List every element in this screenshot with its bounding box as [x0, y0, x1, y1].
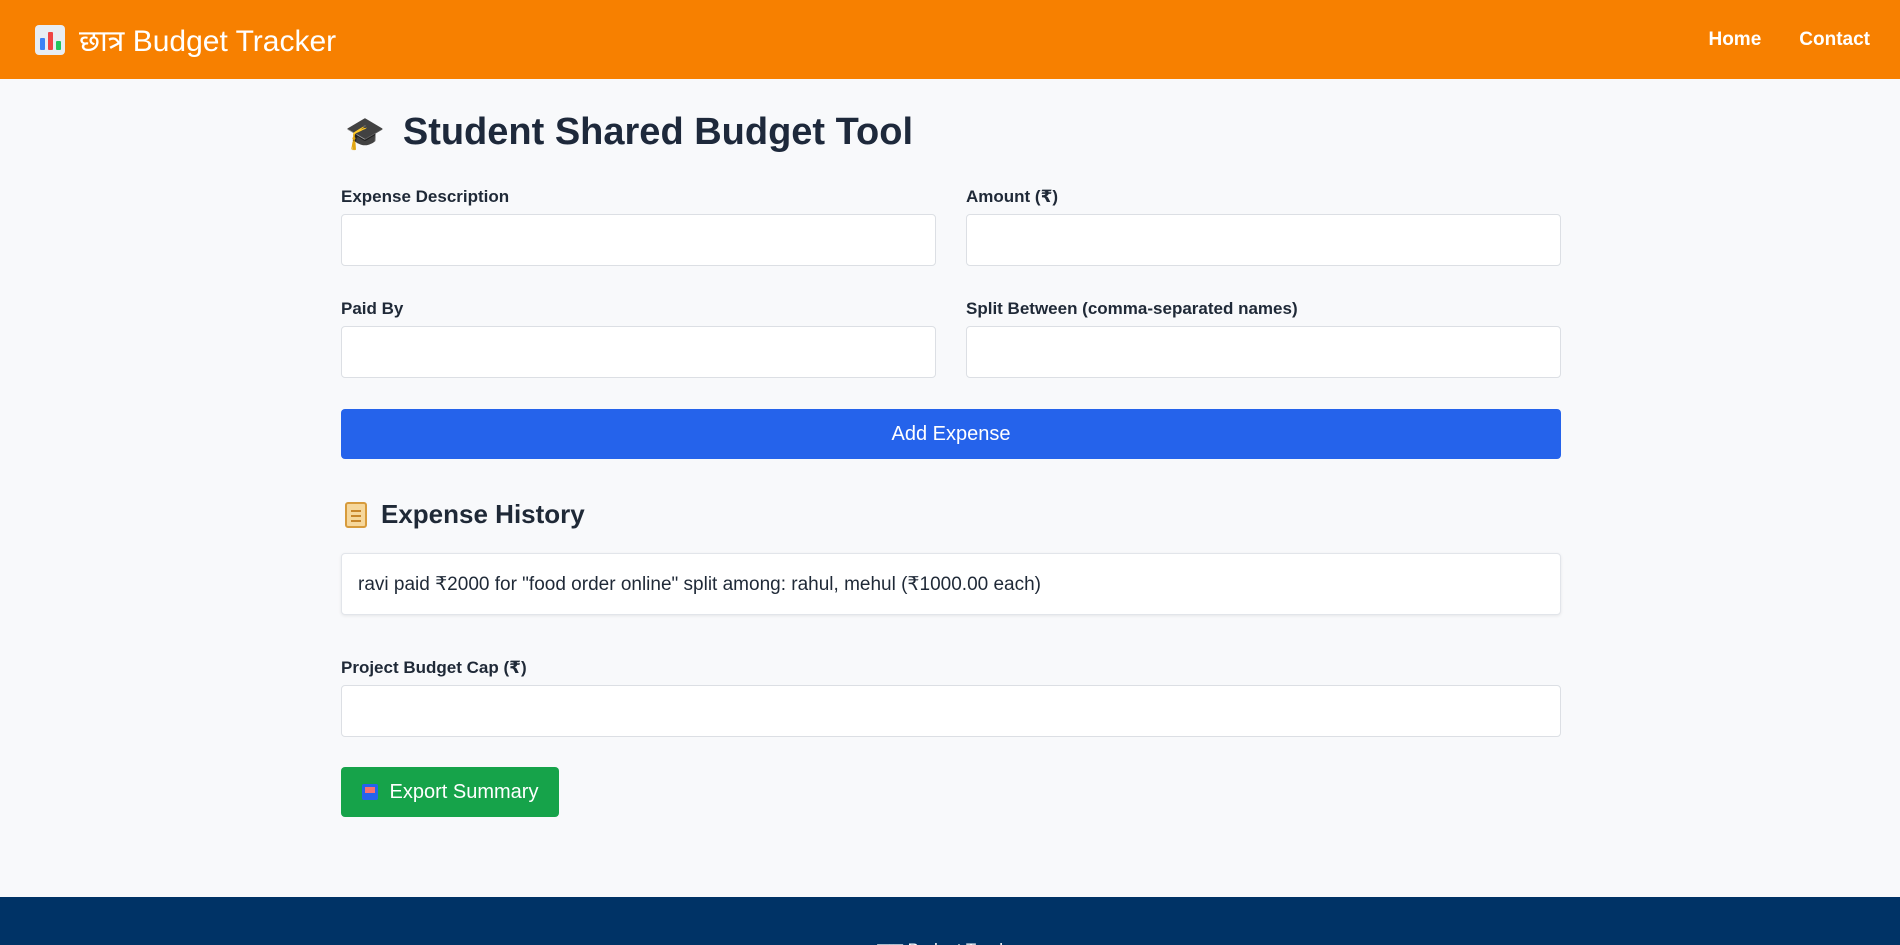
paid-by-input[interactable] — [341, 326, 936, 378]
expense-description-label: Expense Description — [341, 187, 510, 206]
scroll-icon — [345, 501, 367, 528]
export-summary-label: Export Summary — [389, 780, 539, 803]
expense-history-title: Expense History — [345, 499, 585, 530]
amount-input[interactable] — [966, 214, 1561, 266]
expense-history-title-text: Expense History — [381, 499, 585, 529]
expense-history-item: ravi paid ₹2000 for "food order online" … — [341, 553, 1561, 615]
nav-links: Home Contact — [1708, 29, 1870, 51]
nav-link-contact[interactable]: Contact — [1799, 29, 1870, 51]
amount-label: Amount (₹) — [966, 187, 1059, 206]
bar-chart-icon — [35, 24, 65, 55]
brand-text: छात्र Budget Tracker — [79, 25, 337, 58]
export-summary-button[interactable]: Export Summary — [341, 767, 559, 817]
brand[interactable]: छात्र Budget Tracker — [35, 19, 336, 60]
page-title-text: Student Shared Budget Tool — [402, 111, 914, 153]
split-between-label: Split Between (comma-separated names) — [966, 299, 1298, 318]
graduation-cap-icon: 🎓 — [345, 114, 385, 151]
budget-cap-label: Project Budget Cap (₹) — [341, 658, 527, 677]
footer: छात्र Budget Tracker — [0, 897, 1900, 945]
budget-cap-input[interactable] — [341, 685, 1561, 737]
add-expense-button[interactable]: Add Expense — [341, 409, 1561, 459]
expense-description-input[interactable] — [341, 214, 936, 266]
page-title: 🎓 Student Shared Budget Tool — [345, 111, 913, 154]
split-between-input[interactable] — [966, 326, 1561, 378]
book-icon — [361, 784, 378, 800]
footer-text: छात्र Budget Tracker — [0, 937, 1900, 945]
nav-link-home[interactable]: Home — [1708, 29, 1761, 51]
navbar: छात्र Budget Tracker Home Contact — [0, 0, 1900, 79]
paid-by-label: Paid By — [341, 299, 404, 318]
